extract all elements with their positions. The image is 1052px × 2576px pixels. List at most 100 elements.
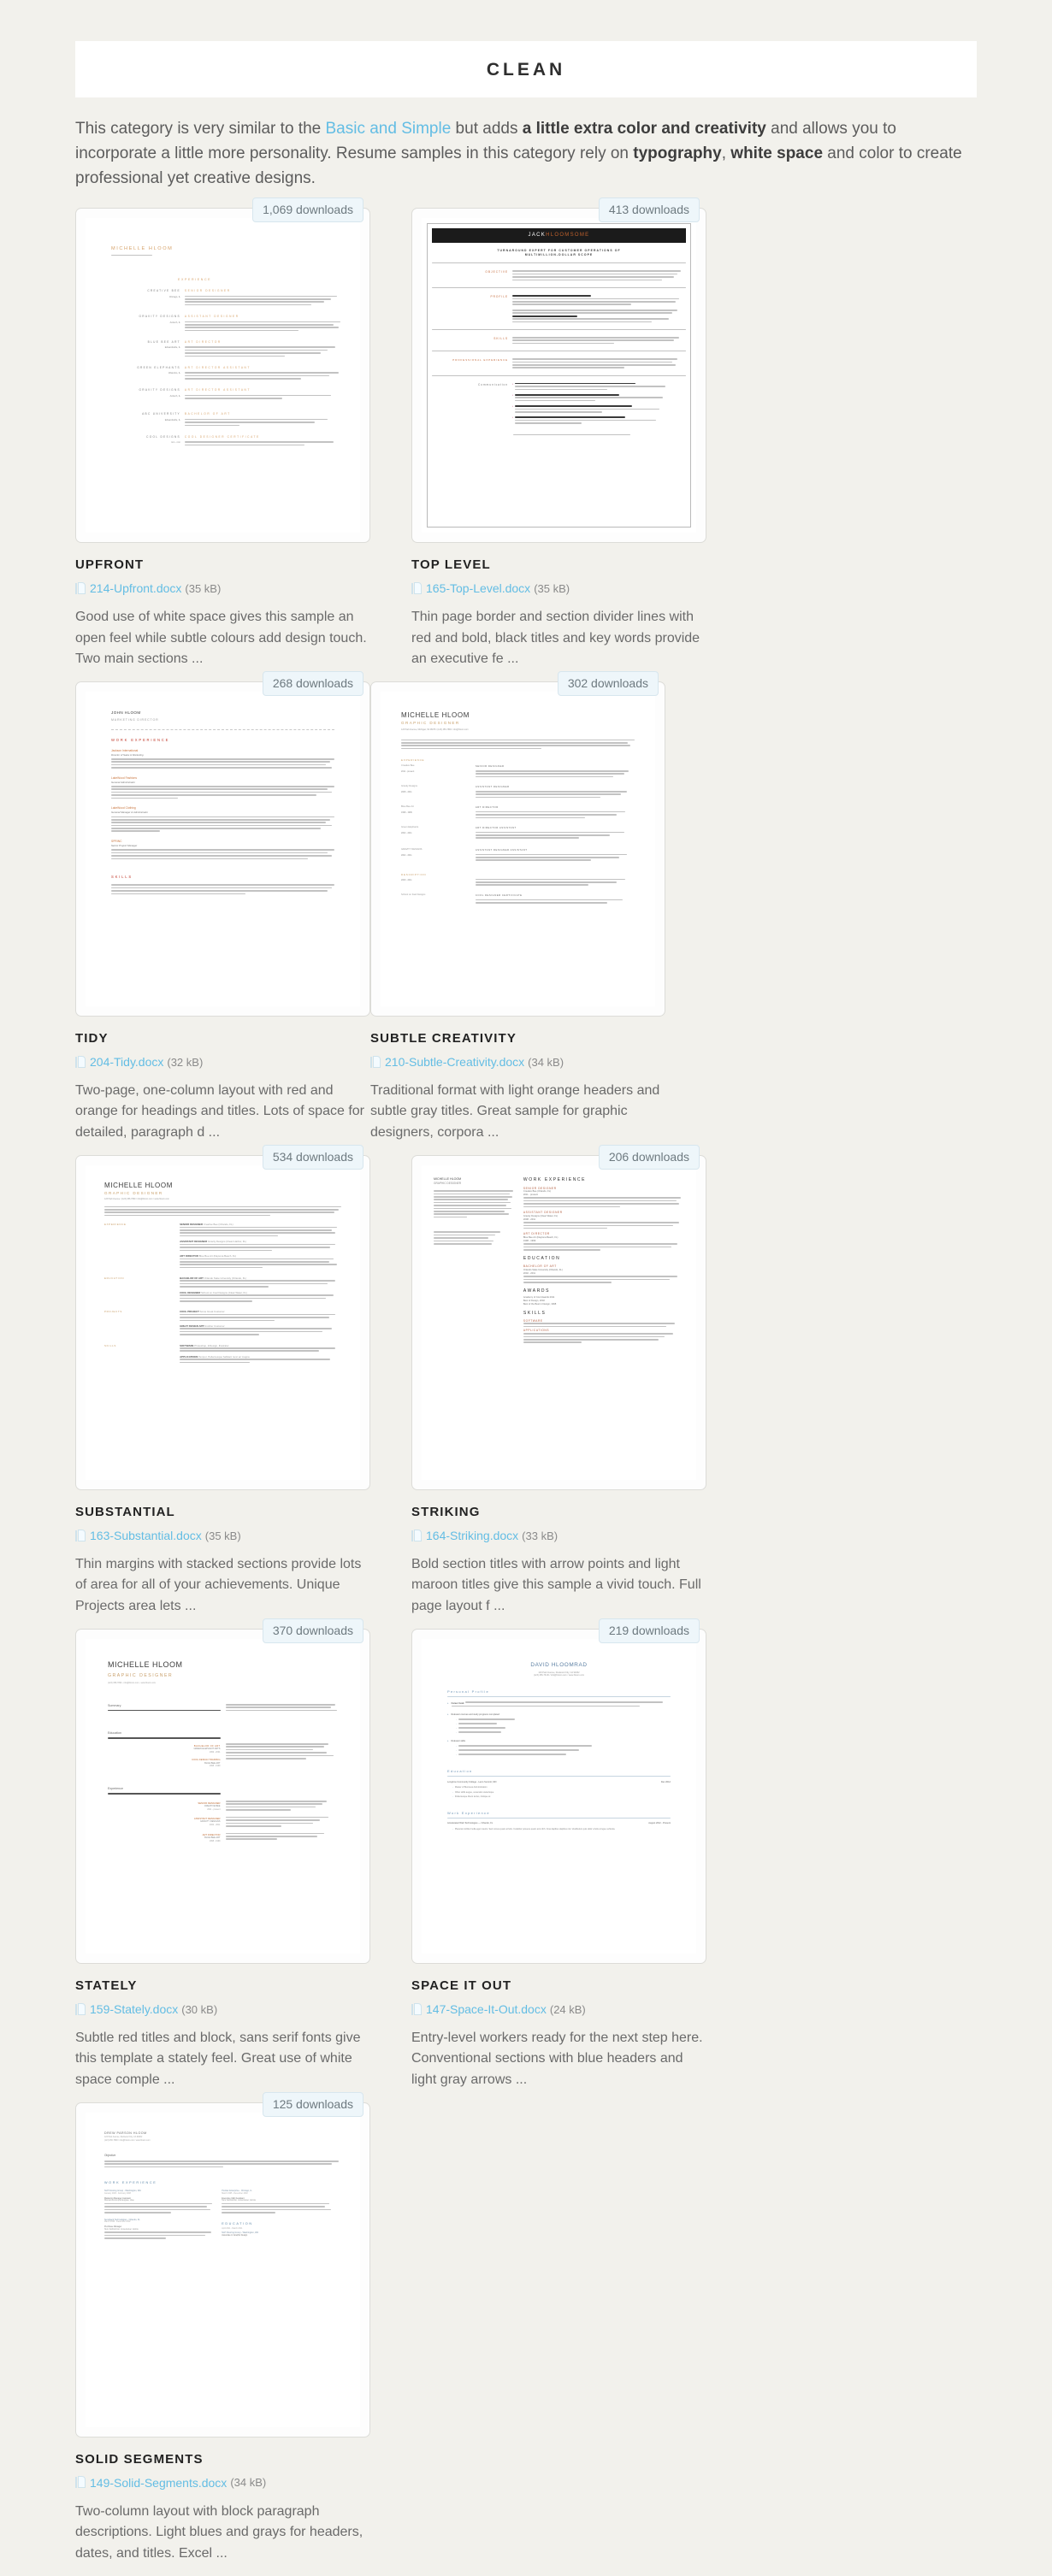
downloads-badge: 268 downloads <box>262 671 363 697</box>
downloads-badge: 219 downloads <box>598 1618 700 1643</box>
preview-role: ART DIRECTOR ASSISTANT <box>184 388 251 392</box>
thumbnail-wrapper: 302 downloads MICHELLE HLOOM GRAPHIC DES… <box>370 671 665 1017</box>
document-icon <box>75 1055 86 1069</box>
download-link[interactable]: 165-Top-Level.docx <box>426 581 530 595</box>
preview-org: Another Customer <box>204 1324 225 1329</box>
preview-dates: 1998 - 1999 <box>209 1840 221 1843</box>
file-line: 164-Striking.docx (33 kB) <box>411 1529 706 1542</box>
file-size: (30 kB) <box>181 2002 218 2016</box>
preview-label: SKILLS <box>493 337 509 341</box>
document-icon <box>370 1055 381 1069</box>
document-icon <box>411 2002 423 2016</box>
download-link[interactable]: 163-Substantial.docx <box>90 1529 202 1542</box>
download-link[interactable]: 149-Solid-Segments.docx <box>90 2476 227 2490</box>
template-thumbnail-subtle-creativity[interactable]: MICHELLE HLOOM GRAPHIC DESIGNER 123 Park… <box>370 681 665 1017</box>
template-thumbnail-substantial[interactable]: MICHELLE HLOOM GRAPHIC DESIGNER 123 Park… <box>75 1155 370 1491</box>
downloads-badge: 206 downloads <box>598 1145 700 1170</box>
template-thumbnail-striking[interactable]: MICHELLE HLOOM GRAPHIC DESIGNER WORK EXP… <box>411 1155 706 1491</box>
preview-person-name: JOHN HLOOM <box>111 710 141 716</box>
preview-dates: Dec 2012 <box>660 1780 671 1783</box>
preview-org: Some Great Customer <box>199 1310 225 1314</box>
preview-item: Pellentesque libero lectus, tristique at <box>454 1795 491 1798</box>
preview-subtitle: MARKETING DIRECTOR <box>111 718 159 722</box>
template-card: 1,069 downloads MICHELLE HLOOM EXPERIENC… <box>75 197 370 669</box>
preview-role: Senior Project Manager <box>111 844 138 847</box>
template-name: TIDY <box>75 1031 109 1046</box>
thumbnail-wrapper: 125 downloads DREW PARSON HLOOM 123 Park… <box>75 2091 370 2437</box>
template-name: SOLID SEGMENTS <box>75 2451 204 2467</box>
preview-role: ASSISTANT DESIGNER <box>475 785 510 789</box>
preview-label: Communication <box>477 382 509 386</box>
preview-dates: 2002 - 2011 <box>401 831 412 834</box>
preview-org: Longtime Community College - Lee's Summi… <box>447 1780 497 1783</box>
preview-role: SENIOR DESIGNER <box>180 1223 204 1227</box>
preview-contact: (123) 456-7890 - info@hloom.com - www.hl… <box>108 1682 156 1685</box>
template-name: SUBSTANTIAL <box>75 1505 175 1520</box>
preview-dates: 1998 - 1999 <box>401 811 412 814</box>
preview-section: WORK EXPERIENCE <box>104 2181 157 2185</box>
preview-label: PROFESSIONAL EXPERIENCE <box>452 358 509 363</box>
download-link[interactable]: 147-Space-It-Out.docx <box>426 2002 547 2016</box>
template-name: TOP LEVEL <box>411 557 491 573</box>
file-size: (35 kB) <box>534 581 570 595</box>
template-thumbnail-upfront[interactable]: MICHELLE HLOOM EXPERIENCE CREATIVE BEE SE… <box>75 208 370 544</box>
downloads-badge: 1,069 downloads <box>252 197 363 223</box>
resume-preview: JOHN HLOOM MARKETING DIRECTOR WORK EXPER… <box>86 692 360 1007</box>
preview-role: SENIOR DESIGNER <box>184 289 231 293</box>
intro-bold3: white space <box>730 144 824 163</box>
preview-org: Gravity Designs (Clean Harbor, FL) <box>207 1240 247 1244</box>
intro-part2: but adds <box>451 120 523 138</box>
resume-preview: DREW PARSON HLOOM 123 Park Avenue, Redwo… <box>86 2112 360 2427</box>
resume-preview: MICHELLE HLOOM GRAPHIC DESIGNER WORK EXP… <box>422 1165 696 1481</box>
preview-role: Director of Sales & Marketing <box>111 752 144 757</box>
clean-category-page: CLEAN This category is very similar to t… <box>0 41 1052 2576</box>
template-thumbnail-top-level[interactable]: JACKHLOOMSOME TURNAROUND EXPERT FOR CUST… <box>411 208 706 544</box>
download-link[interactable]: 214-Upfront.docx <box>90 581 181 595</box>
intro-part4: , <box>721 144 731 163</box>
template-thumbnail-solid-segments[interactable]: DREW PARSON HLOOM 123 Park Avenue, Redwo… <box>75 2101 370 2437</box>
preview-org: Gravity Designs <box>401 785 417 788</box>
preview-skills-section: SKILLS <box>111 875 133 880</box>
document-icon <box>75 2476 86 2489</box>
template-card: 125 downloads DREW PARSON HLOOM 123 Park… <box>75 2091 370 2564</box>
preview-page-border: JACKHLOOMSOME TURNAROUND EXPERT FOR CUST… <box>427 223 691 528</box>
download-link[interactable]: 159-Stately.docx <box>90 2002 178 2016</box>
preview-edu-org: ABC UNIVERSITY <box>142 412 180 416</box>
page-title: CLEAN <box>486 60 566 80</box>
preview-label: OBJECTIVE <box>485 270 509 274</box>
download-link[interactable]: 164-Striking.docx <box>426 1529 518 1542</box>
template-description: Bold section titles with arrow points an… <box>411 1557 701 1613</box>
preview-item: Master of Business Administration <box>454 1786 488 1789</box>
preview-dates: 2011 - present <box>207 1807 221 1811</box>
download-link[interactable]: 210-Subtle-Creativity.docx <box>385 1055 524 1069</box>
preview-org: GRAVITY DESIGNS <box>139 388 180 392</box>
preview-section: SKILLS <box>523 1311 547 1317</box>
template-description: Two-page, one-column layout with red and… <box>75 1083 364 1140</box>
preview-dates: 2011 - present <box>401 770 415 774</box>
preview-subtitle: GRAPHIC DESIGNER <box>434 1182 462 1186</box>
preview-dates: January 2003 - February 2008 <box>104 2192 131 2195</box>
resume-preview: MICHELLE HLOOM GRAPHIC DESIGNER 123 Park… <box>381 692 655 1007</box>
template-thumbnail-stately[interactable]: MICHELLE HLOOM GRAPHIC DESIGNER (123) 45… <box>75 1629 370 1964</box>
file-size: (32 kB) <box>167 1055 204 1069</box>
preview-section: WORK EXPERIENCE <box>523 1177 587 1183</box>
category-description: This category is very similar to the Bas… <box>75 116 977 191</box>
preview-role: BACHELOR OF ART <box>180 1276 204 1281</box>
basic-and-simple-link[interactable]: Basic and Simple <box>325 120 451 138</box>
preview-award: Best of the Best in Design, 1998 <box>523 1303 557 1306</box>
template-card: 206 downloads MICHELLE HLOOM GRAPHIC DES… <box>411 1145 706 1617</box>
preview-org: Accelerated Web Technologies — Orlando, … <box>447 1822 493 1825</box>
template-thumbnail-tidy[interactable]: JOHN HLOOM MARKETING DIRECTOR WORK EXPER… <box>75 681 370 1017</box>
preview-role: General Administrator <box>111 780 136 784</box>
template-name: SPACE IT OUT <box>411 1978 512 1993</box>
preview-dates: March 1995 - December 2002 <box>104 2221 131 2224</box>
resume-preview: MICHELLE HLOOM GRAPHIC DESIGNER (123) 45… <box>86 1639 360 1954</box>
preview-org: Photoshop, InDesign, Illustrator <box>194 1343 229 1347</box>
template-description: Traditional format with light orange hea… <box>370 1083 660 1140</box>
file-size: (24 kB) <box>549 2002 586 2016</box>
template-thumbnail-space-it-out[interactable]: DAVID HLOOMRAD 129 Park Avenue, Redwood … <box>411 1629 706 1964</box>
download-link[interactable]: 204-Tidy.docx <box>90 1055 163 1069</box>
preview-subtitle: GRAPHIC DESIGNER <box>401 721 460 726</box>
template-description: Good use of white space gives this sampl… <box>75 610 367 666</box>
preview-role: COOL PROJECT <box>180 1310 199 1314</box>
